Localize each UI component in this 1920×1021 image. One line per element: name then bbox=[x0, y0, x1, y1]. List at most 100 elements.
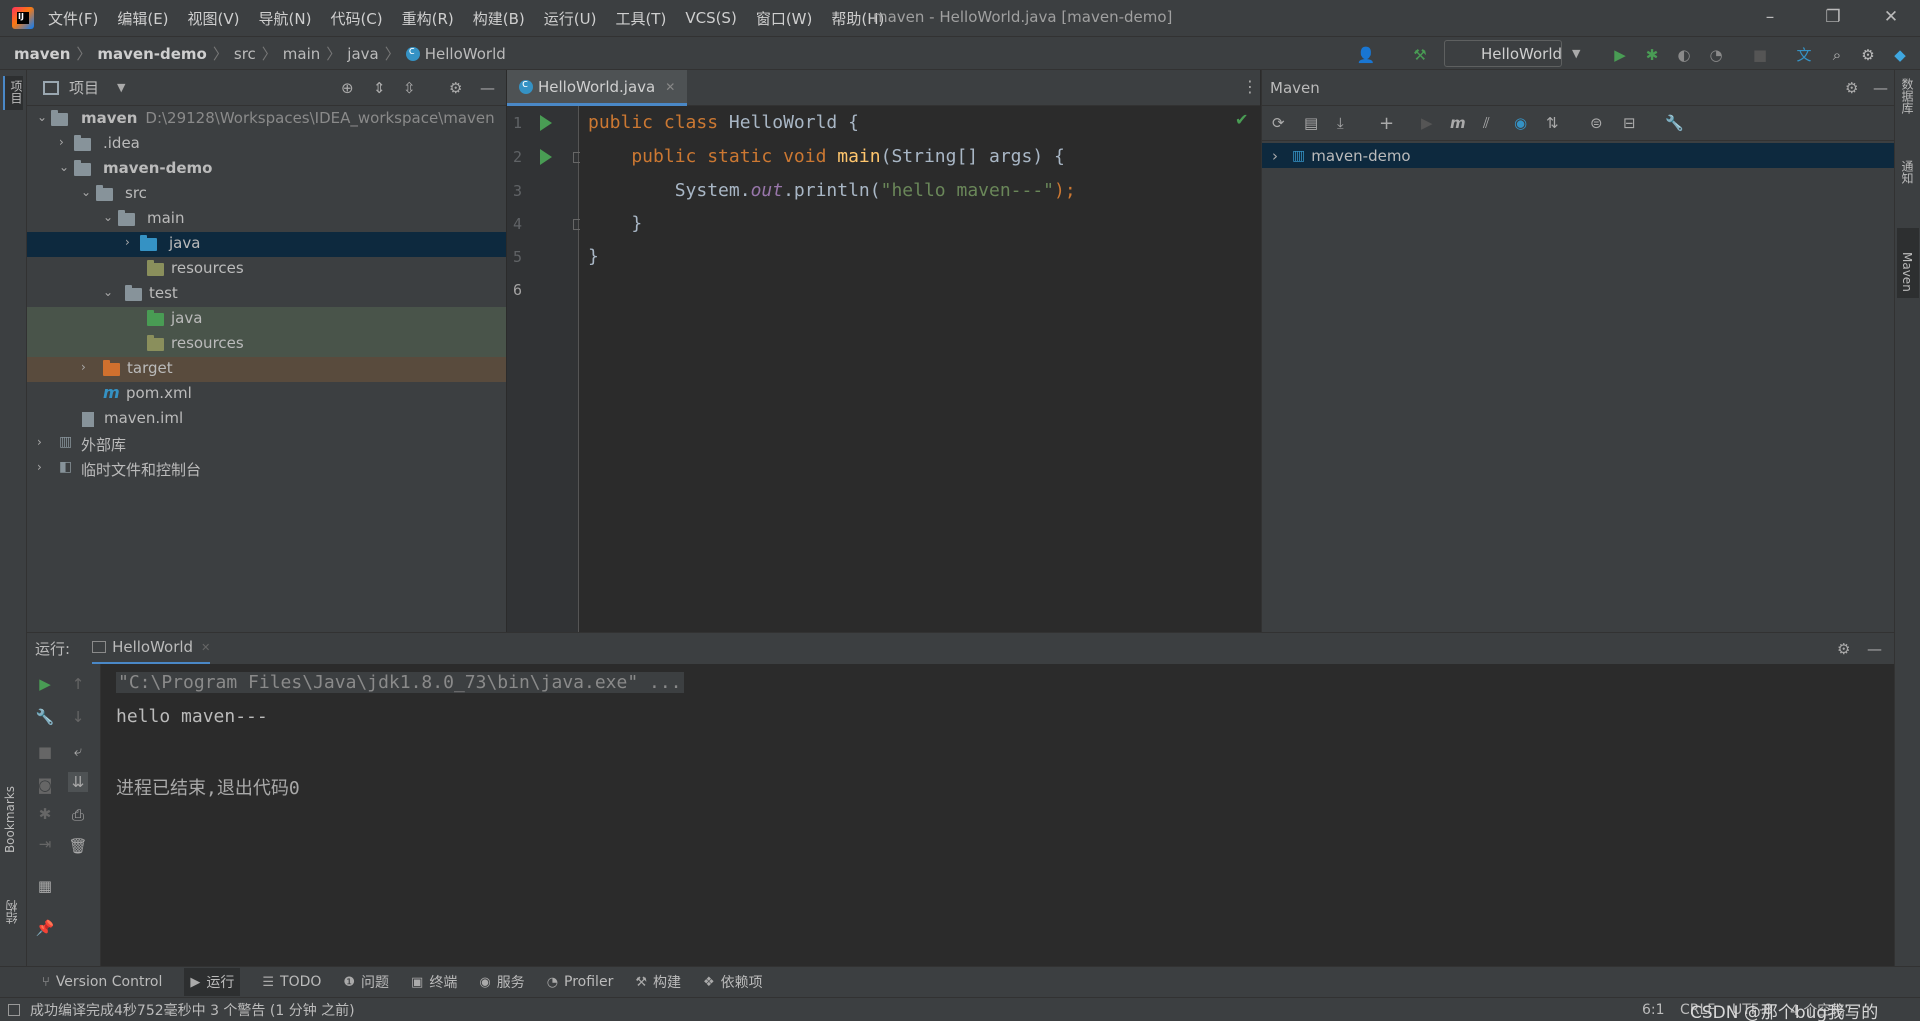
hide-panel-icon[interactable]: — bbox=[480, 79, 495, 97]
project-tool-tab[interactable]: 项目 bbox=[3, 76, 23, 110]
tree-item-main-resources[interactable]: resources bbox=[27, 257, 506, 282]
tree-item-scratches[interactable]: › ◧ 临时文件和控制台 bbox=[27, 457, 506, 482]
menu-build[interactable]: 构建(B) bbox=[473, 8, 525, 29]
tree-item-test-java[interactable]: java bbox=[27, 307, 506, 332]
settings-gear-icon[interactable]: ⚙ bbox=[1858, 45, 1878, 65]
profile-icon[interactable]: ◔ bbox=[1706, 45, 1726, 65]
crumb-java[interactable]: java bbox=[347, 45, 378, 63]
crumb-src[interactable]: src bbox=[234, 45, 256, 63]
tree-item-test[interactable]: ⌄ test bbox=[27, 282, 506, 307]
database-tool-tab[interactable]: 数据库 bbox=[1899, 78, 1920, 118]
tree-item-main[interactable]: ⌄ main bbox=[27, 207, 506, 232]
toolbox-icon[interactable]: ◆ bbox=[1890, 45, 1910, 65]
menu-code[interactable]: 代码(C) bbox=[330, 8, 382, 29]
chevron-right-icon[interactable]: › bbox=[37, 435, 49, 449]
tool-tab[interactable]: ◔ Profiler bbox=[547, 974, 614, 990]
restore-icon[interactable]: ❐ bbox=[1820, 4, 1846, 30]
tree-item-src[interactable]: ⌄ src bbox=[27, 182, 506, 207]
tree-item-idea[interactable]: › .idea bbox=[27, 132, 506, 157]
soft-wrap-icon[interactable]: ⤶ bbox=[68, 741, 88, 761]
crumb-main[interactable]: main bbox=[283, 45, 320, 63]
chevron-down-icon[interactable]: ⌄ bbox=[81, 185, 93, 199]
build-hammer-icon[interactable]: ⚒ bbox=[1410, 45, 1430, 65]
chevron-right-icon[interactable]: › bbox=[59, 135, 71, 149]
close-icon[interactable]: ✕ bbox=[1878, 4, 1904, 30]
status-message[interactable]: 成功编译完成4秒752毫秒中 3 个警告 (1 分钟 之前) bbox=[30, 1000, 355, 1020]
collapse-icon[interactable]: ⊟ bbox=[1623, 114, 1636, 132]
close-tab-icon[interactable]: ✕ bbox=[201, 641, 210, 654]
coverage-icon[interactable]: ◐ bbox=[1674, 45, 1694, 65]
chevron-right-icon[interactable]: › bbox=[37, 460, 49, 474]
run-tab-helloworld[interactable]: HelloWorld ✕ bbox=[92, 633, 211, 665]
no-problems-check-icon[interactable]: ✔ bbox=[1235, 110, 1248, 129]
chevron-right-icon[interactable]: › bbox=[125, 235, 137, 249]
tree-item-maven-demo[interactable]: ⌄ maven-demo bbox=[27, 157, 506, 182]
chevron-down-icon[interactable]: ⌄ bbox=[103, 285, 115, 299]
menu-window[interactable]: 窗口(W) bbox=[756, 8, 813, 29]
up-arrow-icon[interactable]: ↑ bbox=[68, 674, 88, 694]
debug-icon[interactable]: ✱ bbox=[35, 804, 55, 824]
search-icon[interactable]: ⌕ bbox=[1827, 45, 1847, 65]
run-icon[interactable]: ▶ bbox=[1610, 45, 1630, 65]
menu-tools[interactable]: 工具(T) bbox=[615, 8, 666, 29]
run-gutter-icon[interactable] bbox=[540, 115, 552, 131]
hide-panel-icon[interactable]: — bbox=[1867, 640, 1882, 658]
crumb-maven[interactable]: maven bbox=[14, 45, 70, 63]
menu-refactor[interactable]: 重构(R) bbox=[402, 8, 454, 29]
crumb-maven-demo[interactable]: maven-demo bbox=[97, 45, 206, 63]
rerun-icon[interactable]: ▶ bbox=[35, 674, 55, 694]
tool-tab[interactable]: ❶ 问题 bbox=[343, 972, 389, 992]
layout-icon[interactable]: ▦ bbox=[35, 876, 55, 896]
maven-project-row[interactable]: › ▥ maven-demo bbox=[1262, 143, 1895, 168]
tool-tab[interactable]: ⚒ 构建 bbox=[635, 972, 681, 992]
user-icon[interactable]: 👤 bbox=[1356, 45, 1376, 65]
notifications-tool-tab[interactable]: 通知 bbox=[1899, 160, 1920, 188]
collapse-all-icon[interactable]: ⇳ bbox=[403, 79, 416, 97]
bookmarks-tool-tab[interactable]: Bookmarks bbox=[3, 786, 17, 857]
pin-icon[interactable]: 📌 bbox=[35, 918, 55, 938]
chevron-right-icon[interactable]: › bbox=[1272, 147, 1278, 165]
menu-run[interactable]: 运行(U) bbox=[544, 8, 597, 29]
execute-goal-icon[interactable]: m bbox=[1450, 114, 1466, 132]
print-icon[interactable]: ⎙ bbox=[68, 805, 88, 825]
tree-item-target[interactable]: › target bbox=[27, 357, 506, 382]
run-configuration-select[interactable]: HelloWorld ▼ bbox=[1444, 40, 1580, 67]
analyze-dependencies-icon[interactable]: ⊜ bbox=[1590, 114, 1603, 132]
hide-panel-icon[interactable]: — bbox=[1873, 79, 1888, 97]
exit-icon[interactable]: ⇥ bbox=[35, 834, 55, 854]
menu-edit[interactable]: 编辑(E) bbox=[117, 8, 168, 29]
tree-item-maven-iml[interactable]: maven.iml bbox=[27, 407, 506, 432]
offline-mode-icon[interactable]: ◉ bbox=[1514, 114, 1527, 132]
debug-icon[interactable]: ✱ bbox=[1642, 45, 1662, 65]
caret-position[interactable]: 6:1 bbox=[1642, 1002, 1665, 1018]
tree-item-main-java[interactable]: › java bbox=[27, 232, 506, 257]
settings-gear-icon[interactable]: ⚙ bbox=[1837, 640, 1850, 658]
reload-icon[interactable]: ⟳ bbox=[1272, 114, 1285, 132]
tree-item-maven[interactable]: ⌄ maven D:\29128\Workspaces\IDEA_workspac… bbox=[27, 107, 506, 132]
tool-tab[interactable]: ◉ 服务 bbox=[479, 972, 524, 992]
down-arrow-icon[interactable]: ↓ bbox=[68, 707, 88, 727]
tool-tab[interactable]: ❖ 依赖项 bbox=[703, 972, 763, 992]
tree-item-pom[interactable]: m pom.xml bbox=[27, 382, 506, 407]
run-console[interactable]: "C:\Program Files\Java\jdk1.8.0_73\bin\j… bbox=[101, 664, 1894, 966]
trash-icon[interactable]: 🗑 bbox=[68, 836, 88, 856]
chevron-down-icon[interactable]: ▼ bbox=[117, 81, 125, 94]
chevron-down-icon[interactable]: ⌄ bbox=[59, 160, 71, 174]
editor-tab-helloworld[interactable]: HelloWorld.java ✕ bbox=[507, 70, 687, 106]
translate-icon[interactable]: 文 bbox=[1794, 45, 1814, 65]
stop-icon[interactable]: ■ bbox=[1750, 45, 1770, 65]
tree-item-test-resources[interactable]: resources bbox=[27, 332, 506, 357]
code-editor[interactable]: public class HelloWorld { public static … bbox=[580, 106, 1260, 632]
download-icon[interactable]: ⤓ bbox=[1337, 114, 1344, 132]
project-panel-title[interactable]: 项目 bbox=[69, 77, 99, 98]
maven-tool-tab[interactable]: Maven bbox=[1897, 228, 1919, 298]
status-toggle-icon[interactable] bbox=[8, 1003, 20, 1016]
tool-tab[interactable]: ▶ 运行 bbox=[184, 968, 241, 996]
chevron-right-icon[interactable]: › bbox=[81, 360, 93, 374]
expand-all-icon[interactable]: ⇕ bbox=[373, 79, 386, 97]
camera-icon[interactable]: ◙ bbox=[35, 775, 55, 795]
run-maven-icon[interactable]: ▶ bbox=[1421, 114, 1433, 132]
menu-navigate[interactable]: 导航(N) bbox=[259, 8, 312, 29]
tool-tab[interactable]: ▣ 终端 bbox=[411, 972, 457, 992]
scroll-to-end-icon[interactable]: ⇊ bbox=[68, 772, 88, 792]
